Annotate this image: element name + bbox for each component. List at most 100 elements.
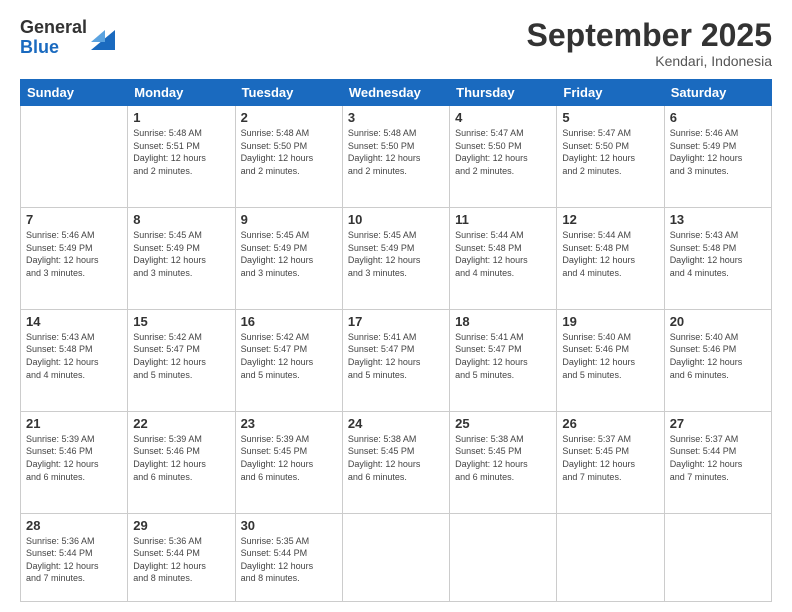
calendar-cell: 7 Sunrise: 5:46 AM Sunset: 5:49 PM Daylig… bbox=[21, 208, 128, 310]
logo: General Blue bbox=[20, 18, 115, 58]
calendar-cell: 22Sunrise: 5:39 AM Sunset: 5:46 PM Dayli… bbox=[128, 411, 235, 513]
calendar-header-row: SundayMondayTuesdayWednesdayThursdayFrid… bbox=[21, 80, 772, 106]
calendar-cell bbox=[342, 513, 449, 601]
calendar-cell: 14Sunrise: 5:43 AM Sunset: 5:48 PM Dayli… bbox=[21, 309, 128, 411]
day-header-tuesday: Tuesday bbox=[235, 80, 342, 106]
day-info: Sunrise: 5:40 AM Sunset: 5:46 PM Dayligh… bbox=[562, 331, 658, 381]
day-number: 25 bbox=[455, 416, 551, 431]
day-info: Sunrise: 5:46 AM Sunset: 5:49 PM Dayligh… bbox=[26, 229, 122, 279]
day-info: Sunrise: 5:45 AM Sunset: 5:49 PM Dayligh… bbox=[348, 229, 444, 279]
calendar-cell: 30 Sunrise: 5:35 AM Sunset: 5:44 PM Dayli… bbox=[235, 513, 342, 601]
calendar-cell: 23 Sunrise: 5:39 AM Sunset: 5:45 PM Dayli… bbox=[235, 411, 342, 513]
day-number: 5 bbox=[562, 110, 658, 125]
calendar-cell: 20 Sunrise: 5:40 AM Sunset: 5:46 PM Dayli… bbox=[664, 309, 771, 411]
day-number: 17 bbox=[348, 314, 444, 329]
day-info: Sunrise: 5:44 AM Sunset: 5:48 PM Dayligh… bbox=[562, 229, 658, 279]
day-number: 10 bbox=[348, 212, 444, 227]
calendar-cell: 19 Sunrise: 5:40 AM Sunset: 5:46 PM Dayli… bbox=[557, 309, 664, 411]
calendar-cell: 15 Sunrise: 5:42 AM Sunset: 5:47 PM Dayli… bbox=[128, 309, 235, 411]
day-number: 18 bbox=[455, 314, 551, 329]
day-info: Sunrise: 5:39 AM Sunset: 5:46 PM Dayligh… bbox=[26, 433, 122, 483]
day-info: Sunrise: 5:39 AM Sunset: 5:45 PM Dayligh… bbox=[241, 433, 337, 483]
day-number: 4 bbox=[455, 110, 551, 125]
day-info: Sunrise: 5:42 AM Sunset: 5:47 PM Dayligh… bbox=[133, 331, 229, 381]
calendar-cell: 21Sunrise: 5:39 AM Sunset: 5:46 PM Dayli… bbox=[21, 411, 128, 513]
day-number: 6 bbox=[670, 110, 766, 125]
calendar-cell: 2 Sunrise: 5:48 AM Sunset: 5:50 PM Daylig… bbox=[235, 106, 342, 208]
day-info: Sunrise: 5:47 AM Sunset: 5:50 PM Dayligh… bbox=[562, 127, 658, 177]
day-number: 24 bbox=[348, 416, 444, 431]
calendar-cell: 12Sunrise: 5:44 AM Sunset: 5:48 PM Dayli… bbox=[557, 208, 664, 310]
day-number: 7 bbox=[26, 212, 122, 227]
calendar-cell: 8 Sunrise: 5:45 AM Sunset: 5:49 PM Daylig… bbox=[128, 208, 235, 310]
location: Kendari, Indonesia bbox=[527, 53, 772, 69]
calendar-cell: 18 Sunrise: 5:41 AM Sunset: 5:47 PM Dayli… bbox=[450, 309, 557, 411]
calendar-cell bbox=[664, 513, 771, 601]
day-info: Sunrise: 5:37 AM Sunset: 5:45 PM Dayligh… bbox=[562, 433, 658, 483]
day-header-wednesday: Wednesday bbox=[342, 80, 449, 106]
header: General Blue September 2025 Kendari, Ind… bbox=[20, 18, 772, 69]
calendar-cell: 29 Sunrise: 5:36 AM Sunset: 5:44 PM Dayli… bbox=[128, 513, 235, 601]
day-info: Sunrise: 5:42 AM Sunset: 5:47 PM Dayligh… bbox=[241, 331, 337, 381]
day-info: Sunrise: 5:48 AM Sunset: 5:50 PM Dayligh… bbox=[241, 127, 337, 177]
day-info: Sunrise: 5:41 AM Sunset: 5:47 PM Dayligh… bbox=[348, 331, 444, 381]
week-row-0: 1Sunrise: 5:48 AM Sunset: 5:51 PM Daylig… bbox=[21, 106, 772, 208]
week-row-1: 7 Sunrise: 5:46 AM Sunset: 5:49 PM Daylig… bbox=[21, 208, 772, 310]
day-info: Sunrise: 5:45 AM Sunset: 5:49 PM Dayligh… bbox=[133, 229, 229, 279]
day-info: Sunrise: 5:40 AM Sunset: 5:46 PM Dayligh… bbox=[670, 331, 766, 381]
day-info: Sunrise: 5:35 AM Sunset: 5:44 PM Dayligh… bbox=[241, 535, 337, 585]
day-info: Sunrise: 5:37 AM Sunset: 5:44 PM Dayligh… bbox=[670, 433, 766, 483]
calendar-cell: 5 Sunrise: 5:47 AM Sunset: 5:50 PM Daylig… bbox=[557, 106, 664, 208]
calendar-cell bbox=[557, 513, 664, 601]
day-info: Sunrise: 5:36 AM Sunset: 5:44 PM Dayligh… bbox=[133, 535, 229, 585]
day-number: 28 bbox=[26, 518, 122, 533]
calendar-cell: 10 Sunrise: 5:45 AM Sunset: 5:49 PM Dayli… bbox=[342, 208, 449, 310]
logo-icon bbox=[91, 22, 115, 55]
calendar-body: 1Sunrise: 5:48 AM Sunset: 5:51 PM Daylig… bbox=[21, 106, 772, 602]
day-info: Sunrise: 5:48 AM Sunset: 5:50 PM Dayligh… bbox=[348, 127, 444, 177]
day-info: Sunrise: 5:38 AM Sunset: 5:45 PM Dayligh… bbox=[455, 433, 551, 483]
day-number: 26 bbox=[562, 416, 658, 431]
title-block: September 2025 Kendari, Indonesia bbox=[527, 18, 772, 69]
day-info: Sunrise: 5:36 AM Sunset: 5:44 PM Dayligh… bbox=[26, 535, 122, 585]
day-number: 8 bbox=[133, 212, 229, 227]
calendar-cell bbox=[450, 513, 557, 601]
logo-blue: Blue bbox=[20, 38, 87, 58]
day-info: Sunrise: 5:45 AM Sunset: 5:49 PM Dayligh… bbox=[241, 229, 337, 279]
calendar-cell: 1Sunrise: 5:48 AM Sunset: 5:51 PM Daylig… bbox=[128, 106, 235, 208]
day-number: 29 bbox=[133, 518, 229, 533]
calendar-cell: 13 Sunrise: 5:43 AM Sunset: 5:48 PM Dayli… bbox=[664, 208, 771, 310]
day-header-friday: Friday bbox=[557, 80, 664, 106]
week-row-2: 14Sunrise: 5:43 AM Sunset: 5:48 PM Dayli… bbox=[21, 309, 772, 411]
day-info: Sunrise: 5:38 AM Sunset: 5:45 PM Dayligh… bbox=[348, 433, 444, 483]
day-number: 13 bbox=[670, 212, 766, 227]
day-number: 15 bbox=[133, 314, 229, 329]
day-number: 16 bbox=[241, 314, 337, 329]
month-title: September 2025 bbox=[527, 18, 772, 53]
day-number: 23 bbox=[241, 416, 337, 431]
calendar-cell: 27Sunrise: 5:37 AM Sunset: 5:44 PM Dayli… bbox=[664, 411, 771, 513]
day-info: Sunrise: 5:41 AM Sunset: 5:47 PM Dayligh… bbox=[455, 331, 551, 381]
day-number: 20 bbox=[670, 314, 766, 329]
day-header-sunday: Sunday bbox=[21, 80, 128, 106]
day-number: 1 bbox=[133, 110, 229, 125]
week-row-3: 21Sunrise: 5:39 AM Sunset: 5:46 PM Dayli… bbox=[21, 411, 772, 513]
day-header-monday: Monday bbox=[128, 80, 235, 106]
day-info: Sunrise: 5:47 AM Sunset: 5:50 PM Dayligh… bbox=[455, 127, 551, 177]
calendar-cell bbox=[21, 106, 128, 208]
calendar-cell: 25 Sunrise: 5:38 AM Sunset: 5:45 PM Dayli… bbox=[450, 411, 557, 513]
day-number: 11 bbox=[455, 212, 551, 227]
day-number: 19 bbox=[562, 314, 658, 329]
calendar-cell: 4 Sunrise: 5:47 AM Sunset: 5:50 PM Daylig… bbox=[450, 106, 557, 208]
day-header-saturday: Saturday bbox=[664, 80, 771, 106]
day-number: 22 bbox=[133, 416, 229, 431]
day-number: 30 bbox=[241, 518, 337, 533]
day-info: Sunrise: 5:44 AM Sunset: 5:48 PM Dayligh… bbox=[455, 229, 551, 279]
calendar-cell: 3Sunrise: 5:48 AM Sunset: 5:50 PM Daylig… bbox=[342, 106, 449, 208]
day-number: 2 bbox=[241, 110, 337, 125]
calendar-cell: 6Sunrise: 5:46 AM Sunset: 5:49 PM Daylig… bbox=[664, 106, 771, 208]
day-info: Sunrise: 5:43 AM Sunset: 5:48 PM Dayligh… bbox=[670, 229, 766, 279]
week-row-4: 28 Sunrise: 5:36 AM Sunset: 5:44 PM Dayli… bbox=[21, 513, 772, 601]
calendar-cell: 24 Sunrise: 5:38 AM Sunset: 5:45 PM Dayli… bbox=[342, 411, 449, 513]
calendar-table: SundayMondayTuesdayWednesdayThursdayFrid… bbox=[20, 79, 772, 602]
